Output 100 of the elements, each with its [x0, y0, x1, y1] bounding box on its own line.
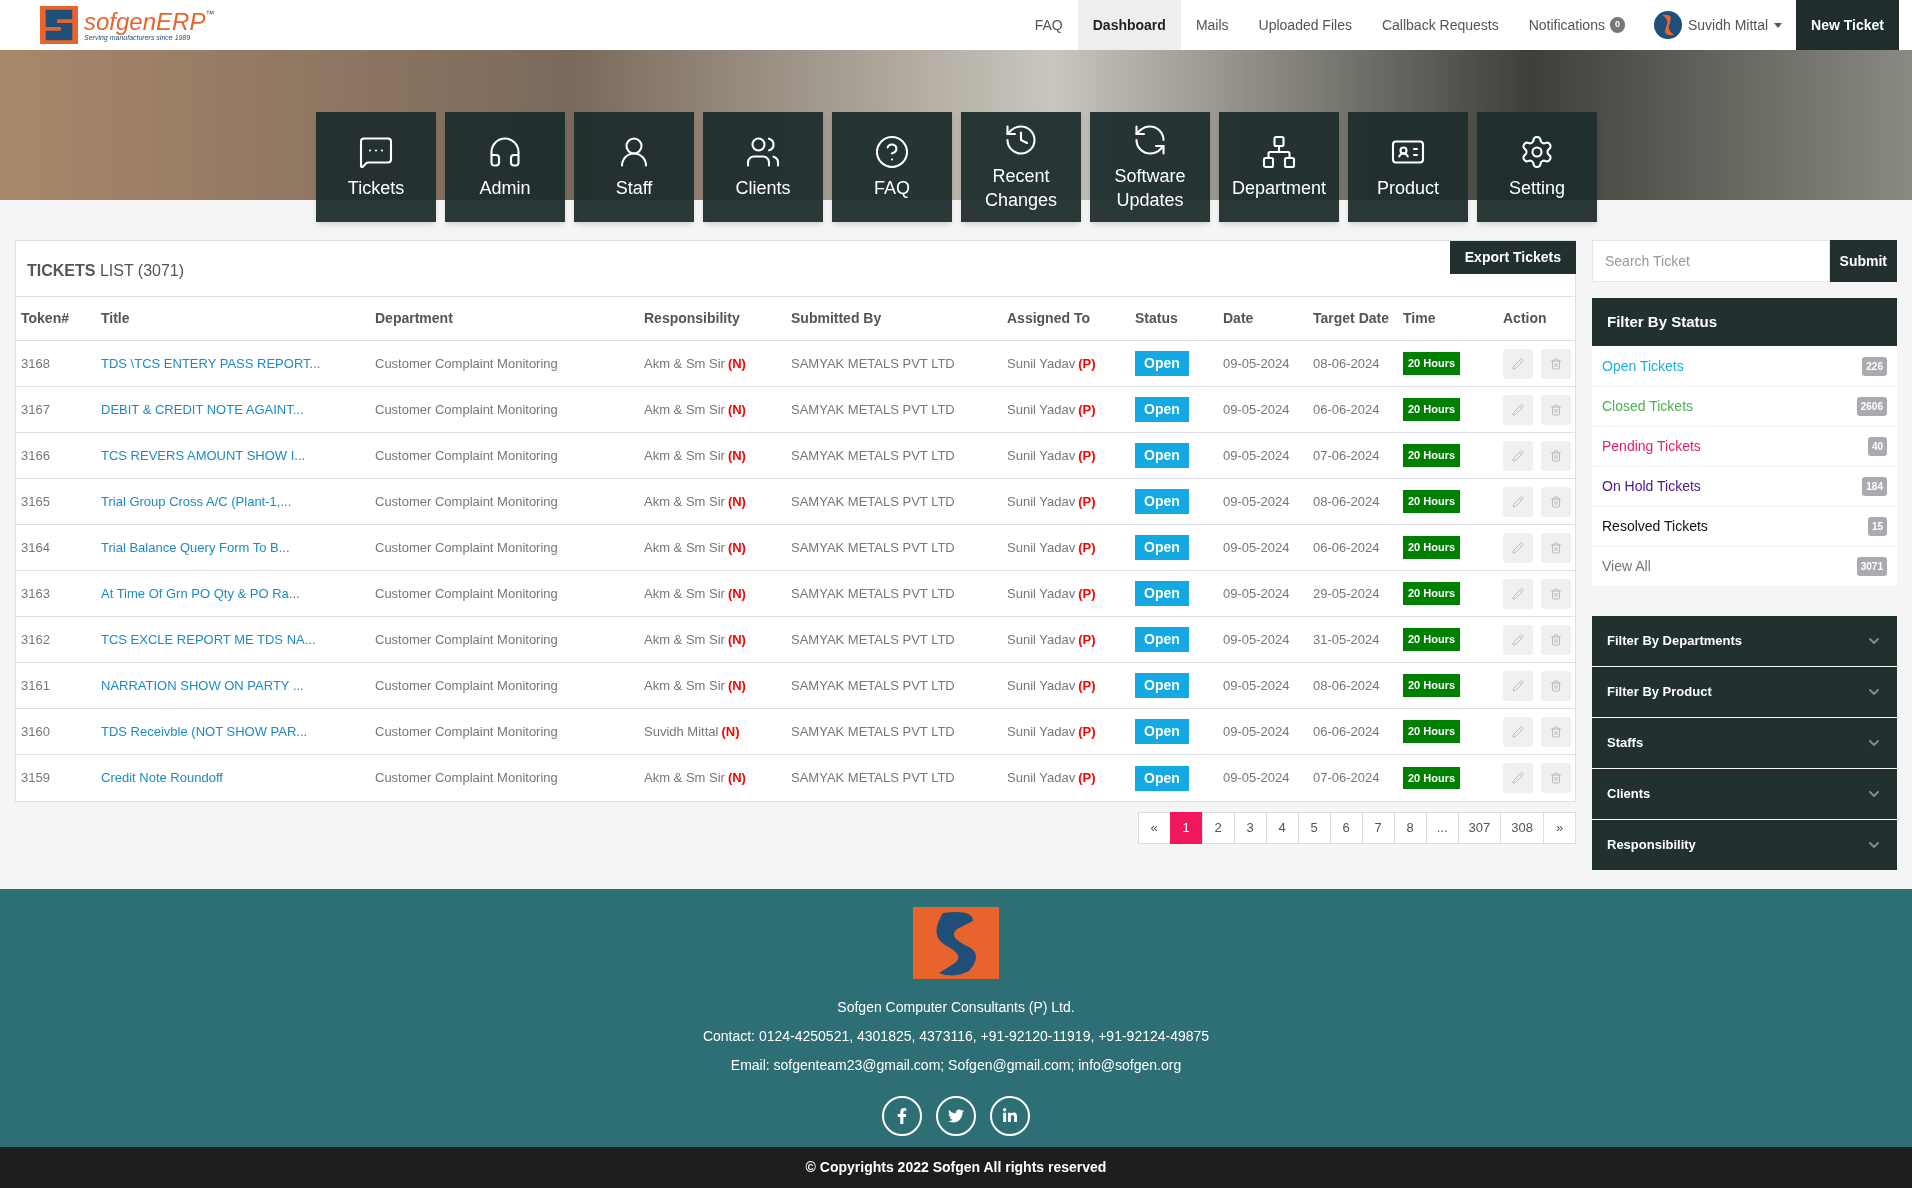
page-link[interactable]: 6 — [1329, 812, 1363, 844]
delete-button[interactable] — [1541, 394, 1571, 425]
ticket-title-link[interactable]: NARRATION SHOW ON PARTY ... — [101, 675, 375, 696]
edit-button[interactable] — [1503, 486, 1533, 517]
new-ticket-button[interactable]: New Ticket — [1796, 0, 1899, 50]
module-tile[interactable]: Tickets — [316, 112, 436, 222]
module-tile[interactable]: FAQ — [832, 112, 952, 222]
module-tile[interactable]: Admin — [445, 112, 565, 222]
delete-button[interactable] — [1541, 578, 1571, 609]
edit-button[interactable] — [1503, 578, 1533, 609]
delete-button[interactable] — [1541, 670, 1571, 701]
delete-button[interactable] — [1541, 532, 1571, 563]
status-filter-link[interactable]: View All — [1602, 556, 1651, 577]
export-tickets-button[interactable]: Export Tickets — [1449, 241, 1576, 274]
page-link[interactable]: 307 — [1457, 812, 1502, 844]
filter-accordion[interactable]: Filter By Departments — [1592, 616, 1897, 666]
filter-accordion[interactable]: Responsibility — [1592, 820, 1897, 870]
page-link[interactable]: » — [1543, 812, 1576, 844]
edit-button[interactable] — [1503, 716, 1533, 747]
edit-button[interactable] — [1503, 624, 1533, 655]
ticket-title-link[interactable]: TCS REVERS AMOUNT SHOW I... — [101, 445, 375, 466]
status-label: Open — [1135, 627, 1189, 652]
nav-link[interactable]: Mails — [1180, 0, 1244, 50]
nav-link[interactable]: Callback Requests — [1366, 0, 1514, 50]
page-link[interactable]: 4 — [1265, 812, 1299, 844]
ticket-title-link[interactable]: Trial Group Cross A/C (Plant-1,... — [101, 491, 375, 512]
column-header: Action — [1503, 309, 1548, 328]
submitted-by-cell-text: SAMYAK METALS PVT LTD — [791, 769, 956, 788]
submit-button[interactable]: Submit — [1829, 240, 1897, 282]
page-link[interactable]: « — [1137, 812, 1171, 844]
token-cell-text: 3160 — [21, 722, 51, 741]
user-menu[interactable]: Suvidh Mittal — [1639, 0, 1797, 50]
ticket-title-link[interactable]: At Time Of Grn PO Qty & PO Ra... — [101, 583, 375, 604]
token-cell-text: 3164 — [21, 538, 51, 557]
date-cell-text: 09-05-2024 — [1223, 769, 1291, 788]
page-link[interactable]: 308 — [1500, 812, 1544, 844]
nav-link[interactable]: Uploaded Files — [1243, 0, 1367, 50]
nav-link[interactable]: FAQ — [1019, 0, 1078, 50]
column-header: Token# — [21, 309, 70, 328]
ticket-title-link[interactable]: Credit Note Roundoff — [101, 768, 375, 788]
ticket-title-link[interactable]: TDS Receivble (NOT SHOW PAR... — [101, 721, 375, 742]
filter-accordion[interactable]: Staffs — [1592, 718, 1897, 768]
count-badge: 2606 — [1856, 397, 1887, 416]
delete-button[interactable] — [1541, 486, 1571, 517]
filter-accordion[interactable]: Filter By Product — [1592, 667, 1897, 717]
module-tile[interactable]: Recent Changes — [961, 112, 1081, 222]
ticket-title-link[interactable]: TCS EXCLE REPORT ME TDS NA... — [101, 629, 375, 650]
edit-button[interactable] — [1503, 670, 1533, 701]
delete-button[interactable] — [1541, 440, 1571, 471]
responsibility-tag: (N) — [727, 353, 746, 374]
module-tile[interactable]: Setting — [1477, 112, 1597, 222]
page-link[interactable]: 5 — [1297, 812, 1331, 844]
count-badge: 15 — [1867, 517, 1887, 536]
module-tile[interactable]: Product — [1348, 112, 1468, 222]
twitter-icon[interactable] — [936, 1096, 976, 1136]
count-badge: 226 — [1862, 356, 1887, 376]
page-link[interactable]: 3 — [1233, 812, 1267, 844]
module-tile[interactable]: Department — [1219, 112, 1339, 222]
trash-icon — [1550, 403, 1562, 416]
page-link[interactable]: 2 — [1201, 812, 1235, 844]
date-cell-text: 09-05-2024 — [1223, 676, 1291, 695]
date-cell-text: 09-05-2024 — [1223, 492, 1291, 511]
edit-button[interactable] — [1503, 532, 1533, 563]
facebook-icon[interactable] — [882, 1096, 922, 1136]
edit-button[interactable] — [1503, 763, 1533, 793]
page-link[interactable]: 1 — [1169, 812, 1203, 844]
edit-button[interactable] — [1503, 440, 1533, 471]
delete-button[interactable] — [1541, 716, 1571, 747]
page-link[interactable]: 7 — [1361, 812, 1395, 844]
module-tile[interactable]: Software Updates — [1090, 112, 1210, 222]
date-cell-text: 09-05-2024 — [1223, 630, 1291, 649]
filter-accordion[interactable]: Clients — [1592, 769, 1897, 819]
submitted-by-cell-text: SAMYAK METALS PVT LTD — [791, 492, 956, 511]
page-link[interactable]: 8 — [1393, 812, 1427, 844]
target-date-cell-text: 31-05-2024 — [1313, 630, 1381, 649]
delete-button[interactable] — [1541, 624, 1571, 655]
token-cell-text: 3163 — [21, 584, 51, 603]
ticket-title-link[interactable]: Trial Balance Query Form To B... — [101, 537, 375, 558]
logo-wordmark: sofgenERP — [84, 9, 206, 34]
status-filter-link[interactable]: Pending Tickets — [1602, 436, 1701, 457]
delete-button[interactable] — [1541, 348, 1571, 379]
linkedin-icon[interactable] — [990, 1096, 1030, 1136]
ticket-title-link[interactable]: TDS \TCS ENTERY PASS REPORT... — [101, 353, 375, 374]
search-ticket-field[interactable]: Search Ticket — [1592, 240, 1830, 282]
token-cell-text: 3159 — [21, 769, 51, 788]
date-cell-text: 09-05-2024 — [1223, 354, 1291, 373]
page-link[interactable]: ... — [1425, 812, 1459, 844]
status-filter-link[interactable]: Resolved Tickets — [1602, 516, 1708, 537]
module-tile[interactable]: Clients — [703, 112, 823, 222]
ticket-title-link[interactable]: DEBIT & CREDIT NOTE AGAINT... — [101, 399, 375, 420]
nav-link[interactable]: Notifications 0 — [1513, 0, 1640, 50]
edit-button[interactable] — [1503, 348, 1533, 379]
module-tile[interactable]: Staff — [574, 112, 694, 222]
status-filter-header: Filter By Status — [1592, 298, 1897, 346]
delete-button[interactable] — [1541, 763, 1571, 793]
nav-link[interactable]: Dashboard — [1077, 0, 1181, 50]
edit-button[interactable] — [1503, 394, 1533, 425]
assignee-name: Sunil Yadav — [1007, 400, 1076, 419]
status-filter-link[interactable]: On Hold Tickets — [1602, 476, 1701, 497]
status-label: Open — [1135, 443, 1189, 468]
